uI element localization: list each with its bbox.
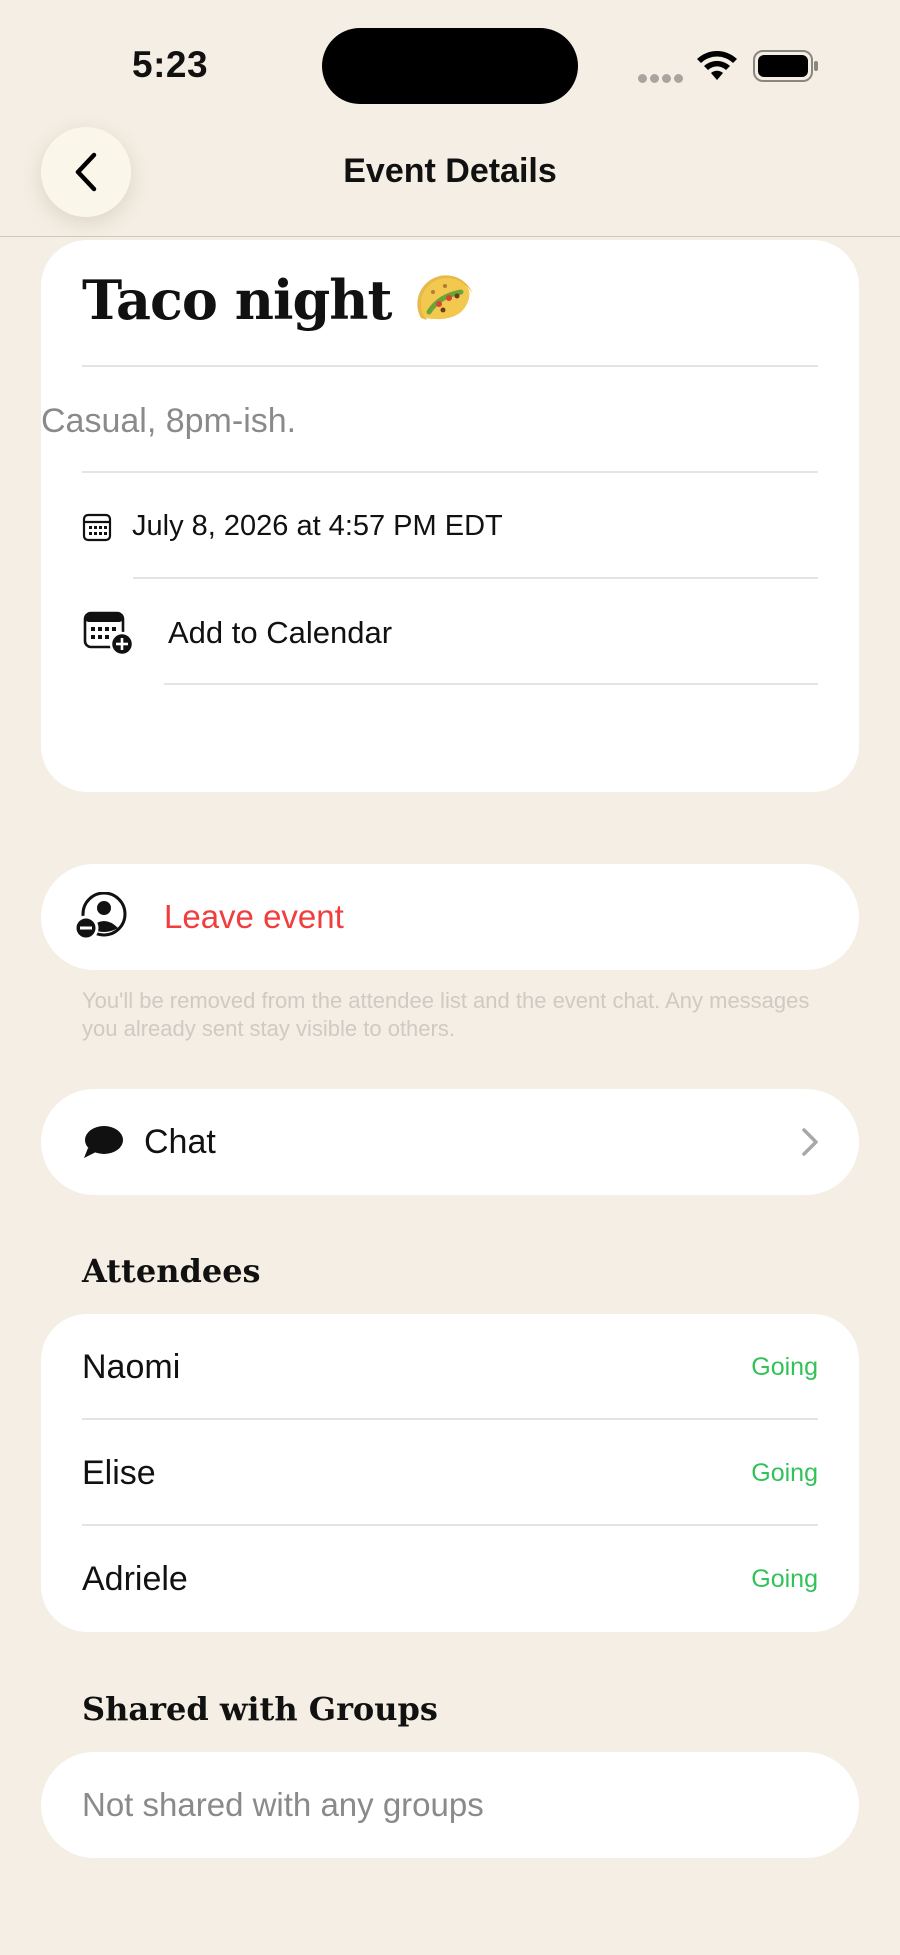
dynamic-island <box>322 28 578 104</box>
event-title: Taco night <box>82 268 477 337</box>
calendar-add-icon <box>83 611 134 656</box>
wifi-icon <box>695 48 739 87</box>
attendee-status-badge: Going <box>751 1565 818 1593</box>
attendee-status-badge: Going <box>751 1353 818 1381</box>
leave-event-note: You'll be removed from the attendee list… <box>82 988 810 1041</box>
shared-groups-card: Not shared with any groups <box>41 1752 859 1858</box>
calendar-divider <box>164 683 818 685</box>
navigation-bar: Event Details <box>0 120 900 237</box>
event-description: Casual, 8pm-ish. <box>41 402 297 440</box>
leave-event-label: Leave event <box>164 898 344 935</box>
title-divider <box>82 365 818 367</box>
page-title: Event Details <box>343 152 557 190</box>
attendee-row[interactable]: Elise Going <box>82 1420 818 1526</box>
attendee-status-badge: Going <box>751 1459 818 1487</box>
attendee-row[interactable]: Adriele Going <box>82 1526 818 1632</box>
event-date-row: July 8, 2026 at 4:57 PM EDT <box>82 510 503 543</box>
groups-empty-text: Not shared with any groups <box>82 1786 484 1823</box>
cellular-signal-icon <box>638 70 686 88</box>
attendee-name: Naomi <box>82 1348 181 1386</box>
attendee-name: Elise <box>82 1454 156 1492</box>
calendar-icon <box>82 513 112 541</box>
taco-icon <box>415 272 477 337</box>
event-title-text: Taco night <box>82 268 392 332</box>
description-divider <box>82 471 818 473</box>
status-time: 5:23 <box>132 44 209 85</box>
chat-label: Chat <box>144 1123 216 1161</box>
status-bar: 5:23 <box>0 0 900 120</box>
attendee-name: Adriele <box>82 1560 188 1598</box>
groups-section-title: Shared with Groups <box>82 1690 438 1728</box>
date-divider <box>133 577 818 579</box>
attendee-row[interactable]: Naomi Going <box>82 1314 818 1420</box>
add-to-calendar-label: Add to Calendar <box>168 615 393 650</box>
attendees-section-title: Attendees <box>82 1252 261 1290</box>
leave-event-button[interactable]: Leave event <box>41 864 859 970</box>
chat-button[interactable]: Chat <box>41 1089 859 1195</box>
battery-icon <box>753 50 819 87</box>
chat-bubble-icon <box>82 1124 124 1165</box>
chevron-right-icon <box>801 1127 819 1162</box>
attendees-list: Naomi Going Elise Going Adriele Going <box>41 1314 859 1632</box>
add-to-calendar-button[interactable]: Add to Calendar <box>82 610 392 656</box>
person-remove-icon <box>73 891 130 947</box>
event-date: July 8, 2026 at 4:57 PM EDT <box>132 510 503 542</box>
